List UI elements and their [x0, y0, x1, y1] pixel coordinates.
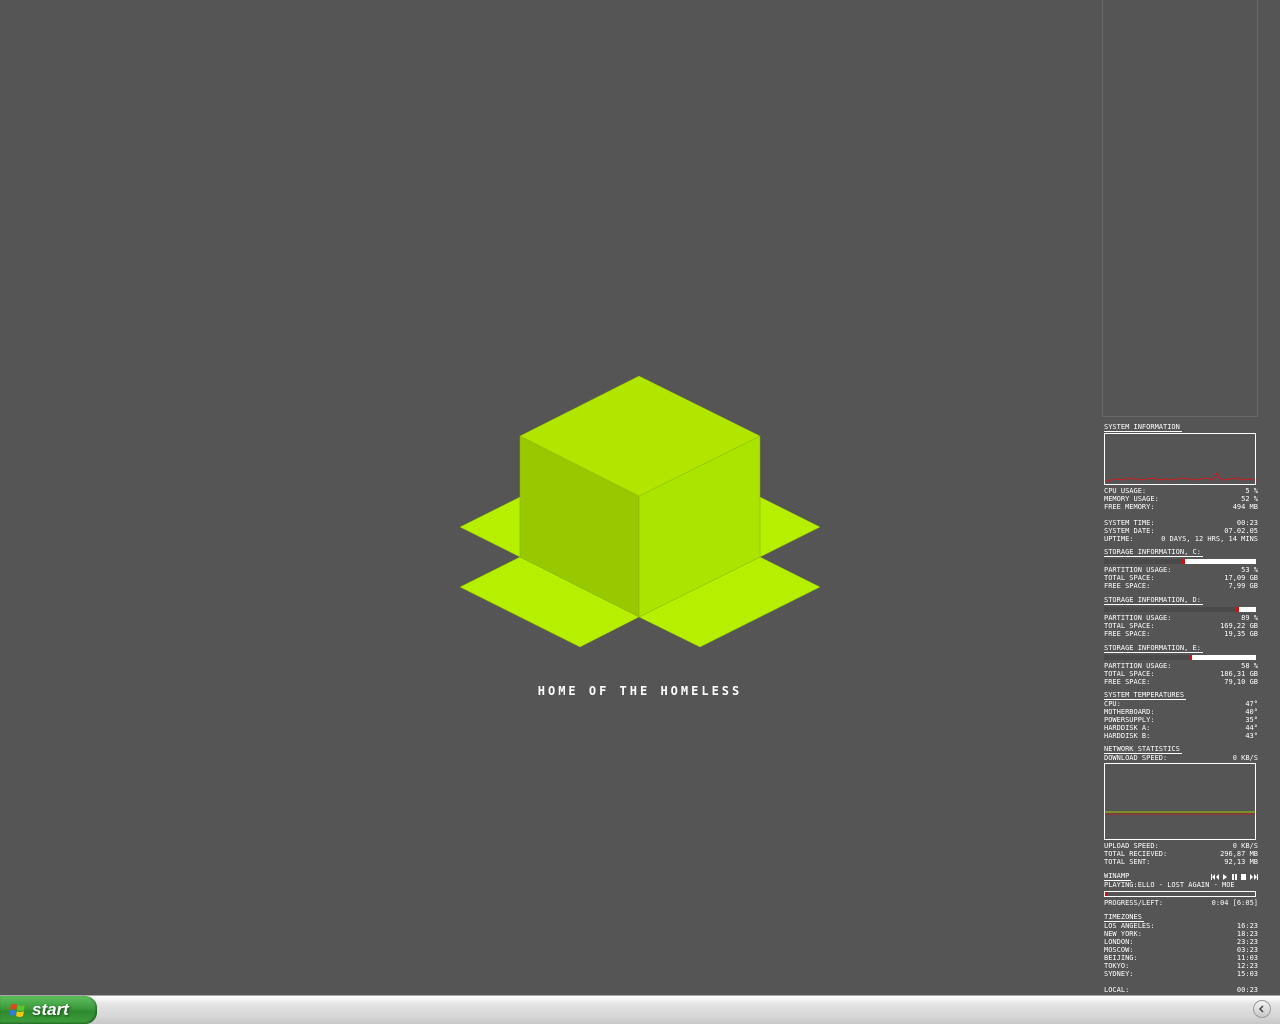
- storage-d-usage-row: PARTITION USAGE: 89 %: [1104, 614, 1258, 622]
- winamp-title: WINAMP: [1104, 872, 1132, 881]
- flap-right: [759, 496, 821, 558]
- system-date-row: SYSTEM DATE: 07.02.05: [1104, 527, 1258, 535]
- storage-c-free-row: FREE SPACE: 7,99 GB: [1104, 582, 1258, 590]
- storage-e-usage-row: PARTITION USAGE: 58 %: [1104, 662, 1258, 670]
- total-sent-row: TOTAL SENT: 92,13 MB: [1104, 858, 1258, 866]
- tz-row-london: LONDON: 23:23: [1104, 938, 1258, 946]
- network-title: NETWORK STATISTICS: [1104, 745, 1182, 754]
- play-icon[interactable]: [1223, 873, 1228, 880]
- upload-speed-row: UPLOAD SPEED: 0 KB/S: [1104, 842, 1258, 850]
- desktop[interactable]: HOME OF THE HOMELESS SYSTEM INFORMATION …: [0, 0, 1280, 995]
- storage-c-title: STORAGE INFORMATION, C:: [1104, 548, 1203, 557]
- temp-row-harddisk-b: HARDDISK B: 43°: [1104, 732, 1258, 740]
- system-monitor-sidebar: SYSTEM INFORMATION CPU USAGE: 5 % MEMORY …: [1102, 0, 1259, 995]
- network-section: NETWORK STATISTICS DOWNLOAD SPEED: 0 KB/S…: [1104, 745, 1258, 866]
- temp-row-harddisk-a: HARDDISK A: 44°: [1104, 724, 1258, 732]
- storage-c-section: STORAGE INFORMATION, C: PARTITION USAGE:…: [1104, 548, 1258, 590]
- flap-left: [459, 496, 521, 558]
- prev-track-icon[interactable]: [1211, 873, 1219, 880]
- free-memory-row: FREE MEMORY: 494 MB: [1104, 503, 1258, 511]
- winamp-controls: [1211, 872, 1258, 881]
- storage-d-total-row: TOTAL SPACE: 169,22 GB: [1104, 622, 1258, 630]
- temperatures-title: SYSTEM TEMPERATURES: [1104, 691, 1187, 700]
- storage-e-title: STORAGE INFORMATION, E:: [1104, 644, 1203, 653]
- storage-e-total-row: TOTAL SPACE: 186,31 GB: [1104, 670, 1258, 678]
- total-received-row: TOTAL RECIEVED: 296,87 MB: [1104, 850, 1258, 858]
- stop-icon[interactable]: [1241, 873, 1246, 880]
- cpu-graph: [1104, 433, 1256, 485]
- uptime-row: UPTIME: 0 DAYS, 12 HRS, 14 MINS: [1104, 535, 1258, 543]
- storage-c-bar: [1104, 559, 1256, 564]
- timezones-section: TIMEZONES LOS ANGELES: 16:23 NEW YORK: 18:…: [1104, 913, 1258, 994]
- temperatures-section: SYSTEM TEMPERATURES CPU: 47° MOTHERBOARD:…: [1104, 691, 1258, 740]
- temp-row-motherboard: MOTHERBOARD: 40°: [1104, 708, 1258, 716]
- tz-row-sydney: SYDNEY: 15:03: [1104, 970, 1258, 978]
- winamp-section: WINAMP PLAYING:ELLO - LOST AGAIN - MOE P…: [1104, 872, 1258, 907]
- storage-d-free-row: FREE SPACE: 19,35 GB: [1104, 630, 1258, 638]
- sidebar-empty-panel: [1102, 0, 1258, 417]
- storage-e-bar: [1104, 655, 1256, 660]
- winamp-playing-row: PLAYING:ELLO - LOST AGAIN - MOE: [1104, 881, 1235, 889]
- storage-d-bar: [1104, 607, 1256, 612]
- system-info-section: SYSTEM INFORMATION CPU USAGE: 5 % MEMORY …: [1104, 423, 1258, 543]
- system-time-row: SYSTEM TIME: 00:23: [1104, 519, 1258, 527]
- tz-row-new-york: NEW YORK: 18:23: [1104, 930, 1258, 938]
- storage-e-section: STORAGE INFORMATION, E: PARTITION USAGE:…: [1104, 644, 1258, 686]
- tz-row-beijing: BEIJING: 11:03: [1104, 954, 1258, 962]
- cpu-graph-line: [1105, 471, 1255, 482]
- download-speed-row: DOWNLOAD SPEED: 0 KB/S: [1104, 754, 1258, 762]
- tz-row-local: LOCAL: 00:23: [1104, 986, 1258, 994]
- storage-d-section: STORAGE INFORMATION, D: PARTITION USAGE:…: [1104, 596, 1258, 638]
- show-hidden-icons-button[interactable]: [1253, 1000, 1271, 1018]
- temp-row-powersupply: POWERSUPPLY: 35°: [1104, 716, 1258, 724]
- memory-usage-row: MEMORY USAGE: 52 %: [1104, 495, 1258, 503]
- storage-e-free-row: FREE SPACE: 79,10 GB: [1104, 678, 1258, 686]
- system-info-title: SYSTEM INFORMATION: [1104, 423, 1182, 432]
- storage-c-usage-row: PARTITION USAGE: 53 %: [1104, 566, 1258, 574]
- cube-logo: [459, 375, 821, 648]
- temp-row-cpu: CPU: 47°: [1104, 700, 1258, 708]
- taskbar: start: [0, 995, 1280, 1024]
- timezones-title: TIMEZONES: [1104, 913, 1144, 922]
- start-label: start: [32, 1000, 69, 1019]
- tz-row-los-angeles: LOS ANGELES: 16:23: [1104, 922, 1258, 930]
- tz-row-moscow: MOSCOW: 03:23: [1104, 946, 1258, 954]
- next-track-icon[interactable]: [1250, 873, 1258, 880]
- tagline: HOME OF THE HOMELESS: [537, 684, 743, 698]
- storage-c-total-row: TOTAL SPACE: 17,09 GB: [1104, 574, 1258, 582]
- pause-icon[interactable]: [1232, 873, 1237, 880]
- winamp-progress-row: PROGRESS/LEFT: 0:04 [6:05]: [1104, 899, 1258, 907]
- winamp-progress-bar[interactable]: [1104, 891, 1256, 897]
- chevron-left-icon: [1258, 1005, 1264, 1013]
- tz-row-tokyo: TOKYO: 12:23: [1104, 962, 1258, 970]
- storage-d-title: STORAGE INFORMATION, D:: [1104, 596, 1203, 605]
- start-button[interactable]: start: [0, 996, 97, 1024]
- cpu-usage-row: CPU USAGE: 5 %: [1104, 487, 1258, 495]
- windows-logo-icon: [10, 1003, 25, 1017]
- network-graph: [1104, 763, 1256, 840]
